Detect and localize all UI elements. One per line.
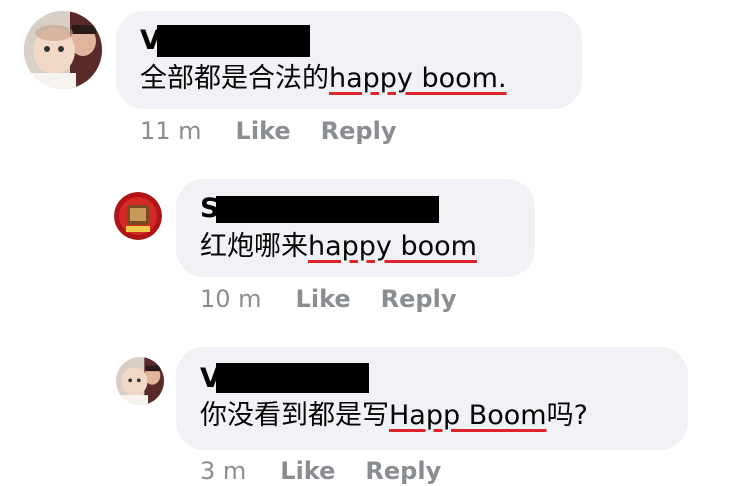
reply-button[interactable]: Reply <box>381 284 457 314</box>
comment-text-plain: 全部都是合法的 <box>140 63 329 94</box>
comment-text: 红炮哪来happy boom <box>200 230 477 264</box>
red-emblem-avatar-icon <box>114 192 162 240</box>
like-button[interactable]: Like <box>236 116 291 146</box>
reply-button[interactable]: Reply <box>365 456 441 486</box>
comment-text-underlined: happy boom. <box>329 63 507 94</box>
redacted-name <box>157 25 310 57</box>
like-button[interactable]: Like <box>296 284 351 314</box>
user-avatar[interactable] <box>116 357 164 405</box>
comment-text-plain: 你没看到都是写 <box>200 400 389 431</box>
like-button[interactable]: Like <box>280 456 335 486</box>
redacted-name <box>216 196 439 223</box>
comment-meta: 3 m Like Reply <box>200 456 471 486</box>
comment-text: 全部都是合法的happy boom. <box>140 62 507 96</box>
comment-text-underlined: happy boom <box>308 231 477 262</box>
comment-meta: 11 m Like Reply <box>140 116 426 146</box>
comment-timestamp[interactable]: 3 m <box>200 456 246 486</box>
reply-button[interactable]: Reply <box>321 116 397 146</box>
comment-text: 你没看到都是写Happ Boom吗? <box>200 399 588 433</box>
baby-photo-avatar-icon <box>116 357 164 405</box>
comment-text-tail: 吗? <box>546 400 588 431</box>
comment-meta: 10 m Like Reply <box>200 284 486 314</box>
redacted-name <box>216 363 369 393</box>
user-avatar[interactable] <box>114 192 162 240</box>
comment-timestamp[interactable]: 11 m <box>140 116 202 146</box>
comment-text-plain: 红炮哪来 <box>200 231 308 262</box>
comment-text-underlined: Happ Boom <box>389 400 547 431</box>
baby-photo-avatar-icon <box>24 11 102 89</box>
comment-timestamp[interactable]: 10 m <box>200 284 262 314</box>
user-avatar[interactable] <box>24 11 102 89</box>
